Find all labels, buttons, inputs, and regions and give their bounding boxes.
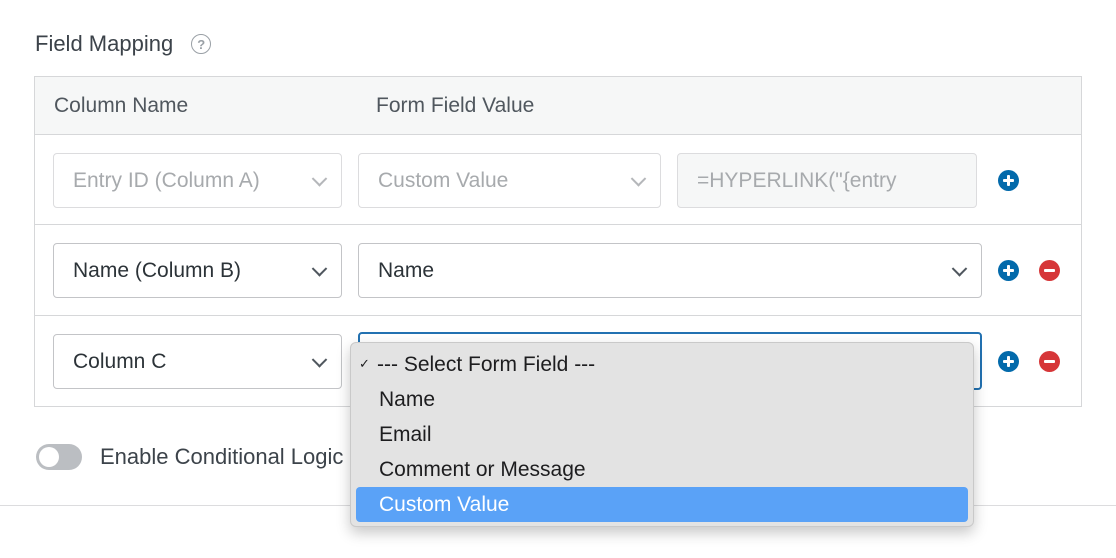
toggle-knob — [39, 447, 59, 467]
option-label: Comment or Message — [379, 457, 586, 481]
chevron-down-icon — [311, 351, 328, 368]
minus-icon — [1044, 269, 1055, 272]
field-mapping-label: Field Mapping — [35, 31, 174, 56]
remove-row-button[interactable] — [1039, 351, 1060, 372]
table-row: Entry ID (Column A) Custom Value =HYPERL… — [35, 135, 1081, 225]
form-field-select-value: Custom Value — [378, 168, 509, 192]
dropdown-option-comment-or-message[interactable]: Comment or Message — [356, 452, 968, 487]
add-row-button[interactable] — [998, 260, 1019, 281]
field-mapping-title: Field Mapping ? — [35, 31, 212, 57]
chevron-down-icon — [630, 170, 647, 187]
form-field-dropdown-menu: ✓ --- Select Form Field --- Name Email C… — [350, 342, 974, 527]
column-select-2[interactable]: Name (Column B) — [53, 243, 342, 298]
custom-value-input[interactable]: =HYPERLINK("{entry — [677, 153, 977, 208]
form-field-select-1[interactable]: Custom Value — [358, 153, 661, 208]
minus-icon — [1044, 360, 1055, 363]
table-row: Name (Column B) Name — [35, 226, 1081, 316]
custom-value-text: =HYPERLINK("{entry — [697, 168, 897, 192]
column-select-value: Name (Column B) — [73, 258, 242, 282]
column-name-header: Column Name — [54, 94, 189, 117]
option-label: Email — [379, 422, 432, 446]
conditional-logic-row: Enable Conditional Logic — [36, 444, 352, 470]
form-field-value-header: Form Field Value — [376, 94, 535, 117]
conditional-logic-toggle[interactable] — [36, 444, 82, 470]
dropdown-option-email[interactable]: Email — [356, 417, 968, 452]
add-row-button[interactable] — [998, 351, 1019, 372]
column-select-3[interactable]: Column C — [53, 334, 342, 389]
table-header: Column Name Form Field Value — [35, 77, 1081, 135]
add-row-button[interactable] — [998, 170, 1019, 191]
form-field-select-value: Name — [378, 258, 435, 282]
chevron-down-icon — [951, 260, 968, 277]
column-select-1[interactable]: Entry ID (Column A) — [53, 153, 342, 208]
column-select-value: Column C — [73, 349, 167, 373]
chevron-down-icon — [311, 170, 328, 187]
option-label: Custom Value — [379, 492, 510, 516]
chevron-down-icon — [311, 260, 328, 277]
form-field-select-2[interactable]: Name — [358, 243, 982, 298]
option-label: --- Select Form Field --- — [377, 352, 596, 376]
checkmark-icon: ✓ — [359, 356, 370, 371]
option-label: Name — [379, 387, 436, 411]
column-select-value: Entry ID (Column A) — [73, 168, 260, 192]
remove-row-button[interactable] — [1039, 260, 1060, 281]
help-icon[interactable]: ? — [191, 34, 212, 54]
dropdown-option-select-form-field[interactable]: ✓ --- Select Form Field --- — [356, 347, 968, 382]
conditional-logic-label[interactable]: Enable Conditional Logic — [100, 444, 352, 470]
dropdown-option-name[interactable]: Name — [356, 382, 968, 417]
dropdown-option-custom-value[interactable]: Custom Value — [356, 487, 968, 522]
